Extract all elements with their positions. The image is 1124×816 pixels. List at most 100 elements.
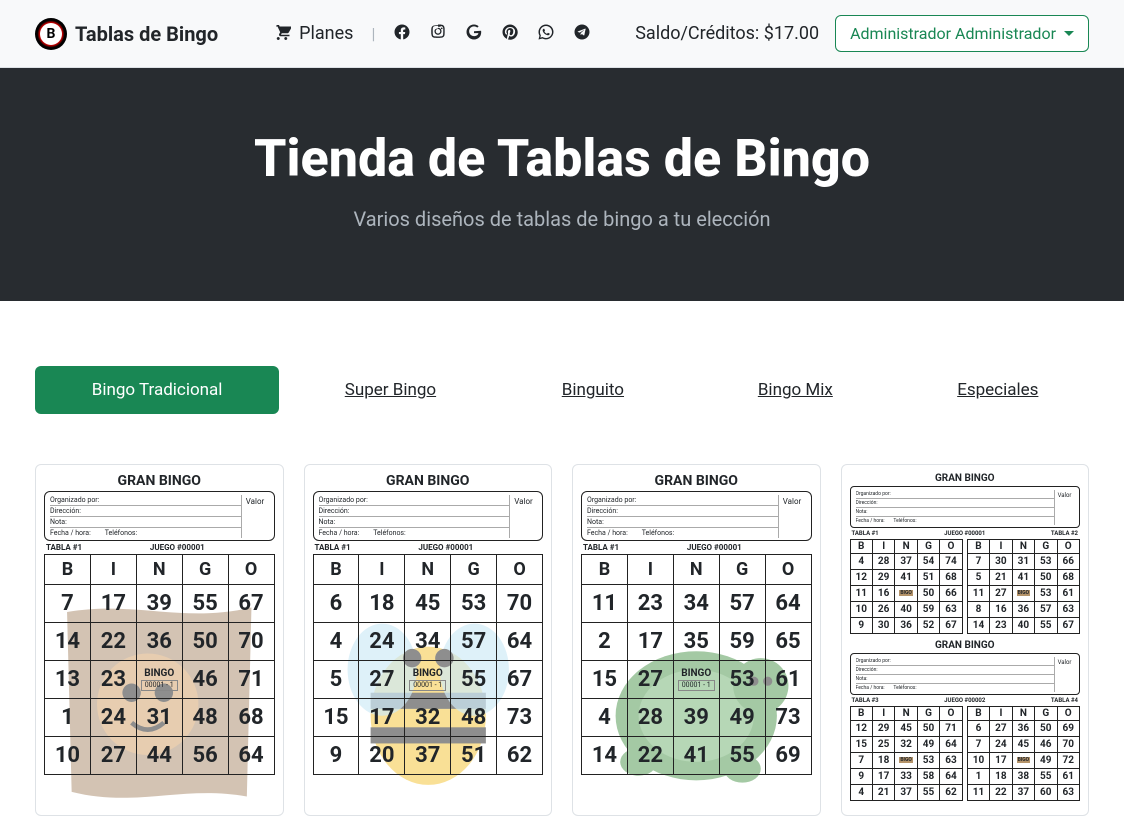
meta-valor: Valor (1054, 657, 1074, 692)
meta-nota: Nota: (319, 517, 510, 528)
chevron-down-icon (1064, 31, 1074, 36)
meta-telefonos: Teléfonos: (105, 529, 138, 537)
meta-direccion: Dirección: (587, 506, 778, 517)
brand[interactable]: B Tablas de Bingo (35, 18, 218, 50)
nav-divider: | (371, 24, 375, 43)
meta-organizado: Organizado por: (856, 657, 1055, 666)
product-card-1[interactable]: GRAN BINGO Organizado por: Dirección: No… (35, 464, 284, 816)
mini-table-1-right: BINGO 730315366 521415068 1127BIGO5361 8… (967, 539, 1080, 634)
tab-bingo-mix[interactable]: Bingo Mix (704, 380, 886, 400)
meta-fecha: Fecha / hora: (856, 518, 885, 524)
cart-icon (273, 22, 291, 45)
instagram-icon[interactable] (429, 23, 447, 45)
pinterest-icon[interactable] (501, 23, 519, 45)
meta-organizado: Organizado por: (319, 495, 510, 506)
product-card-3[interactable]: GRAN BINGO Organizado por: Dirección: No… (572, 464, 821, 816)
admin-dropdown[interactable]: Administrador Administrador (835, 15, 1089, 52)
card-meta: Organizado por: Dirección: Nota: Fecha /… (850, 486, 1081, 528)
product-card-4[interactable]: GRAN BINGO Organizado por: Dirección: No… (841, 464, 1090, 816)
card-title: GRAN BINGO (850, 473, 1081, 484)
tab-especiales[interactable]: Especiales (907, 380, 1089, 400)
meta-direccion: Dirección: (856, 666, 1055, 675)
meta-telefonos: Teléfonos: (373, 529, 406, 537)
nav-planes-link[interactable]: Planes (273, 22, 353, 45)
tabla-number: TABLA #1 (315, 543, 351, 552)
juego2-number: JUEGO #00002 (944, 697, 985, 704)
meta-direccion: Dirección: (856, 499, 1055, 508)
card-meta: Organizado por: Dirección: Nota: Fecha /… (581, 491, 812, 541)
facebook-icon[interactable] (393, 23, 411, 45)
meta-fecha: Fecha / hora: (587, 529, 628, 537)
card-game: TABLA #1 JUEGO #00001 TABLA #2 (850, 530, 1081, 537)
card-meta: Organizado por: Dirección: Nota: Fecha /… (313, 491, 544, 541)
meta-telefonos: Teléfonos: (893, 518, 916, 524)
tab-bingo-tradicional[interactable]: Bingo Tradicional (35, 366, 279, 414)
tabs: Bingo Tradicional Super Bingo Binguito B… (0, 301, 1124, 439)
meta-fecha: Fecha / hora: (319, 529, 360, 537)
meta-valor: Valor (241, 495, 269, 538)
card-game: TABLA #1 JUEGO #00001 (313, 543, 544, 552)
tab-binguito[interactable]: Binguito (502, 380, 684, 400)
card-title: GRAN BINGO (313, 473, 544, 489)
tabla-number: TABLA #1 (583, 543, 619, 552)
social-icons (393, 23, 591, 45)
mini-table-2-left: BINGO 1229455071 1525324964 718BIGO5363 … (850, 706, 963, 801)
meta-valor: Valor (1054, 490, 1074, 525)
card-title: GRAN BINGO (44, 473, 275, 489)
cards-row: GRAN BINGO Organizado por: Dirección: No… (0, 439, 1124, 816)
center-cell: BINGO00001 - 1 (136, 661, 182, 699)
navbar: B Tablas de Bingo Planes | Saldo/Crédito… (0, 0, 1124, 68)
bingo-table-1: BINGO 717395567 1422365070 1323BINGO0000… (44, 554, 275, 775)
center-cell: BINGO00001 - 1 (673, 661, 719, 699)
card-game: TABLA #1 JUEGO #00001 (581, 543, 812, 552)
brand-logo: B (35, 18, 67, 50)
nav-right: Saldo/Créditos: $17.00 Administrador Adm… (635, 15, 1089, 52)
juego-number: JUEGO #00001 (418, 543, 473, 552)
product-card-2[interactable]: GRAN BINGO Organizado por: Dirección: No… (304, 464, 553, 816)
brand-logo-letter: B (40, 23, 62, 45)
juego-number: JUEGO #00001 (687, 543, 742, 552)
hero: Tienda de Tablas de Bingo Varios diseños… (0, 68, 1124, 301)
meta-valor: Valor (778, 495, 806, 538)
meta-nota: Nota: (587, 517, 778, 528)
tabla-number: TABLA #1 (46, 543, 82, 552)
mini-table-1-left: BINGO 428375474 1229415168 1116BIGO5066 … (850, 539, 963, 634)
hero-title: Tienda de Tablas de Bingo (20, 128, 1104, 189)
meta-valor: Valor (509, 495, 537, 538)
card-title: GRAN BINGO (850, 640, 1081, 651)
saldo-text: Saldo/Créditos: $17.00 (635, 23, 819, 44)
meta-direccion: Dirección: (50, 506, 241, 517)
admin-label: Administrador Administrador (850, 24, 1056, 43)
meta-nota: Nota: (50, 517, 241, 528)
telegram-icon[interactable] (573, 23, 591, 45)
juego-number: JUEGO #00001 (944, 530, 985, 537)
bingo-table-3: BINGO 1123345764 217355965 1527BINGO0000… (581, 554, 812, 775)
juego-number: JUEGO #00001 (150, 543, 205, 552)
meta-organizado: Organizado por: (856, 490, 1055, 499)
google-icon[interactable] (465, 23, 483, 45)
center-cell: BINGO00001 - 1 (405, 661, 451, 699)
mini-center: BIGO (895, 753, 917, 769)
meta-nota: Nota: (856, 675, 1055, 684)
meta-fecha: Fecha / hora: (856, 685, 885, 691)
tabla4-number: TABLA #4 (1051, 697, 1078, 704)
brand-title: Tablas de Bingo (75, 22, 218, 46)
tabla2-number: TABLA #2 (1051, 530, 1078, 537)
card-game: TABLA #3 JUEGO #00002 TABLA #4 (850, 697, 1081, 704)
mini-center: BIGO (1012, 753, 1034, 769)
bingo-table-2: BINGO 618455370 424345764 527BINGO00001 … (313, 554, 544, 775)
mini-table-2-right: BINGO 627365069 724454670 1017BIGO4972 1… (967, 706, 1080, 801)
meta-organizado: Organizado por: (587, 495, 778, 506)
meta-direccion: Dirección: (319, 506, 510, 517)
meta-telefonos: Teléfonos: (893, 685, 916, 691)
mini-center: BIGO (895, 586, 917, 602)
whatsapp-icon[interactable] (537, 23, 555, 45)
meta-organizado: Organizado por: (50, 495, 241, 506)
meta-fecha: Fecha / hora: (50, 529, 91, 537)
tab-super-bingo[interactable]: Super Bingo (299, 380, 481, 400)
tabla-number: TABLA #1 (852, 530, 879, 537)
card-title: GRAN BINGO (581, 473, 812, 489)
meta-telefonos: Teléfonos: (642, 529, 675, 537)
nav-planes-label: Planes (299, 23, 353, 44)
card-meta: Organizado por: Dirección: Nota: Fecha /… (44, 491, 275, 541)
